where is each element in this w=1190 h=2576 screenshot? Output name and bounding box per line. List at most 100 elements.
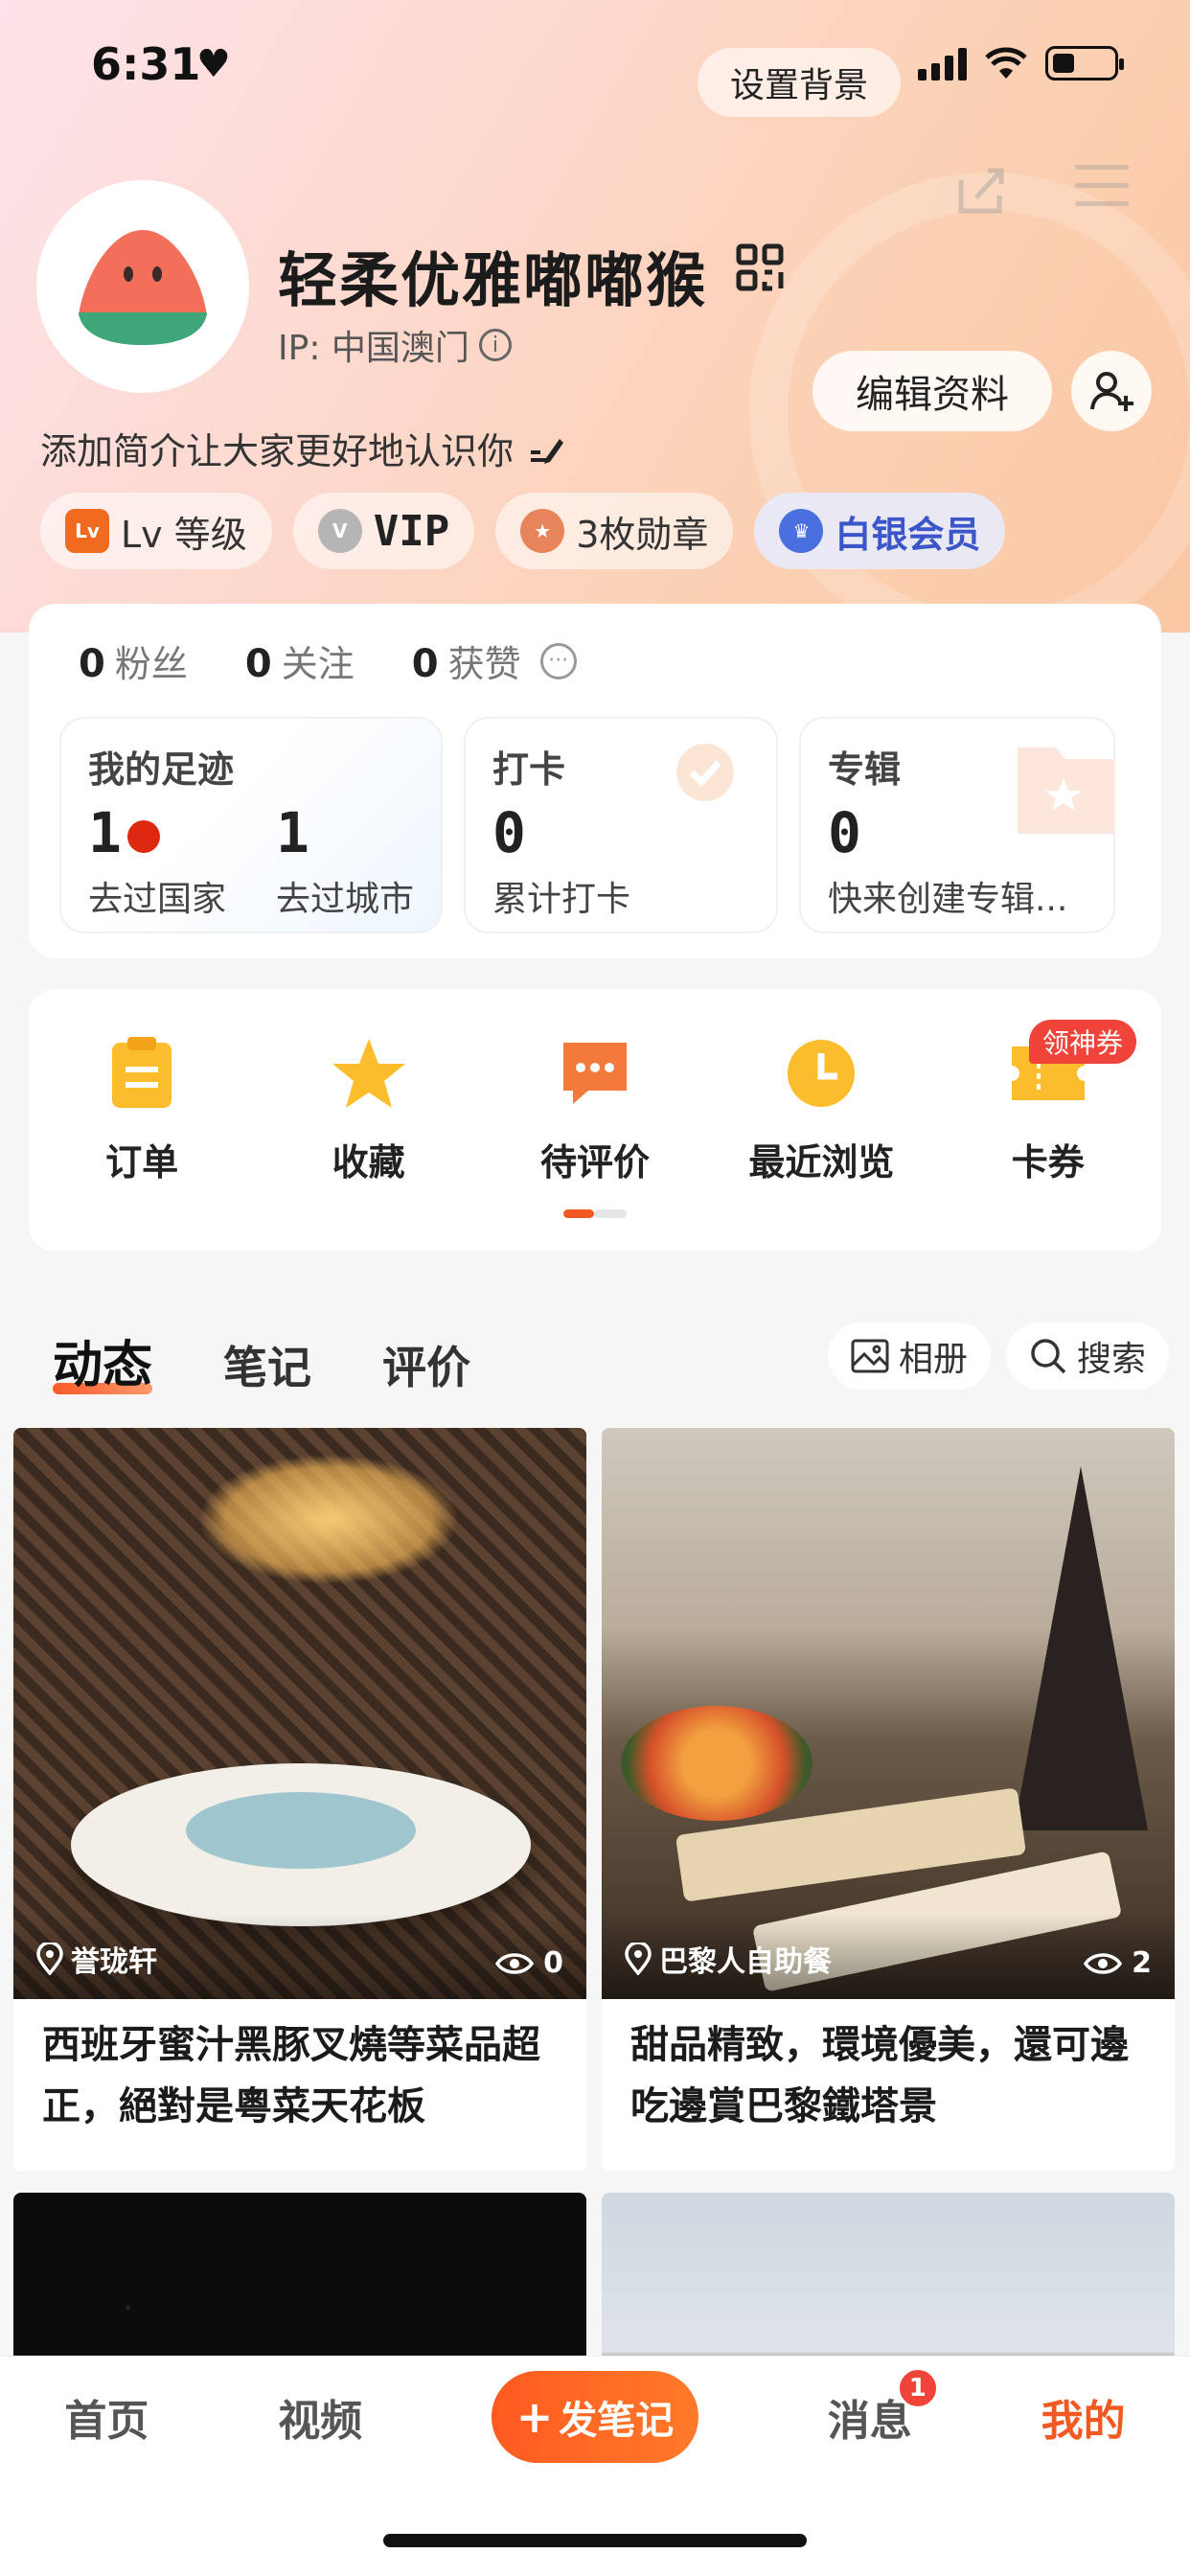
feed-image-buffet: 巴黎人自助餐 2 [602, 1428, 1175, 1999]
coupon-promo-tag[interactable]: 领神券 [1029, 1020, 1137, 1064]
feed-location: 巴黎人自助餐 [625, 1938, 832, 1980]
add-friend-button[interactable] [1071, 351, 1152, 431]
album-button[interactable]: 相册 [828, 1322, 992, 1390]
avatar[interactable] [36, 180, 249, 393]
shortcut-label: 卡券 [1011, 1141, 1085, 1184]
ip-text: IP: 中国澳门 [278, 329, 469, 368]
nickname: 轻柔优雅嘟嘟猴 [278, 245, 708, 315]
nav-messages[interactable]: 消息 1 [827, 2367, 939, 2448]
bio-text: 添加简介让大家更好地认识你 [40, 430, 515, 472]
vip-label: VIP [373, 506, 450, 556]
vip-icon: V [317, 509, 362, 553]
medal-badge[interactable]: ★ 3枚勋章 [495, 493, 734, 569]
image-icon [851, 1339, 889, 1373]
countries-label: 去过国家 [88, 880, 227, 919]
feed-caption: 西班牙蜜汁黑豚叉燒等菜品超正，絕對是粵菜天花板 [42, 2023, 540, 2128]
share-icon[interactable] [953, 161, 1011, 222]
tab-notes[interactable]: 笔记 [223, 1333, 311, 1396]
heart-icon: ♥ [196, 42, 231, 86]
shortcut-orders[interactable]: 订单 [51, 1035, 233, 1185]
home-indicator [383, 2534, 807, 2547]
feed-caption: 甜品精致，環境優美，還可邊吃邊賞巴黎鐵塔景 [630, 2023, 1129, 2128]
shortcut-row: 订单 收藏 待评价 最近浏览 卡券 [29, 1035, 1161, 1185]
set-background-button[interactable]: 设置背景 [698, 48, 901, 117]
checkin-card[interactable]: 打卡 0 累计打卡 [464, 717, 778, 933]
medal-label: 3枚勋章 [576, 513, 709, 556]
edit-profile-button[interactable]: 编辑资料 [812, 351, 1052, 431]
eye-icon [1084, 1952, 1123, 1974]
status-icons [918, 46, 1124, 80]
level-icon: Lv [65, 509, 109, 553]
shortcut-recent[interactable]: 最近浏览 [730, 1035, 912, 1185]
more-dots-icon[interactable]: ··· [539, 642, 577, 679]
post-note-button[interactable]: + 发笔记 [491, 2371, 698, 2463]
shortcut-label: 收藏 [332, 1141, 405, 1184]
countries-count: 1 [88, 800, 276, 865]
tab-reviews[interactable]: 评价 [382, 1333, 470, 1396]
vip-badge[interactable]: V VIP [292, 493, 475, 569]
message-count-badge: 1 [896, 2367, 939, 2409]
medal-icon: ★ [520, 509, 565, 553]
cities-label: 去过城市 [275, 880, 414, 919]
feed-card[interactable]: 巴黎人自助餐 2 甜品精致，環境優美，還可邊吃邊賞巴黎鐵塔景 [602, 1428, 1175, 2172]
shortcut-label: 待评价 [539, 1141, 650, 1184]
clock-icon [783, 1035, 859, 1112]
cities-count: 1 [275, 800, 309, 865]
fans-count[interactable]: 0 粉丝 [79, 634, 188, 687]
nav-mine[interactable]: 我的 [1041, 2386, 1126, 2448]
watermelon-avatar-icon [79, 230, 207, 345]
location-pin-icon [625, 1943, 652, 1975]
shortcut-favorites[interactable]: 收藏 [278, 1035, 460, 1185]
album-label: 快来创建专辑... [828, 880, 1068, 919]
bottom-nav: 首页 视频 + 发笔记 消息 1 我的 [0, 2367, 1190, 2463]
shortcut-pager [563, 1209, 627, 1218]
nav-video[interactable]: 视频 [278, 2386, 362, 2448]
shortcut-pending-review[interactable]: 待评价 [504, 1035, 686, 1185]
silver-member-label: 白银会员 [835, 513, 981, 556]
feed-views: 0 [495, 1946, 563, 1980]
status-time: 6:31 [91, 38, 201, 90]
feed-image-restaurant: 誉珑轩 0 [13, 1428, 586, 1999]
qr-code-icon[interactable] [736, 243, 784, 295]
menu-icon[interactable] [1075, 165, 1129, 219]
search-button[interactable]: 搜索 [1006, 1322, 1170, 1390]
star-icon [331, 1035, 407, 1112]
edit-pen-icon [531, 438, 564, 464]
post-note-label: 发笔记 [559, 2399, 675, 2443]
comment-icon [557, 1035, 633, 1112]
checkin-label: 累计打卡 [492, 880, 631, 919]
bio[interactable]: 添加简介让大家更好地认识你 [40, 422, 565, 474]
ip-location: IP: 中国澳门 i [278, 320, 512, 370]
checkin-badge-icon [676, 744, 734, 801]
footprint-title: 我的足迹 [88, 748, 235, 791]
china-flag-icon [126, 819, 160, 853]
clipboard-icon [103, 1035, 180, 1112]
nav-home[interactable]: 首页 [64, 2386, 149, 2448]
follow-counts: 0 粉丝 0 关注 0 获赞 ··· [79, 634, 577, 687]
album-card[interactable]: 专辑 0 快来创建专辑... [799, 717, 1115, 933]
feed-card[interactable]: 誉珑轩 0 西班牙蜜汁黑豚叉燒等菜品超正，絕對是粵菜天花板 [13, 1428, 586, 2172]
tab-dynamic[interactable]: 动态 [53, 1324, 153, 1396]
shortcut-label: 最近浏览 [748, 1141, 895, 1184]
shortcut-label: 订单 [105, 1141, 179, 1184]
search-button-label: 搜索 [1077, 1340, 1147, 1379]
silver-member-badge[interactable]: ♛ 白银会员 [754, 493, 1006, 569]
info-icon[interactable]: i [478, 329, 512, 361]
likes-count[interactable]: 0 获赞 [412, 634, 521, 687]
silver-member-icon: ♛ [779, 509, 824, 553]
battery-icon [1045, 46, 1124, 80]
folder-star-icon [1018, 748, 1113, 834]
cellular-signal-icon [918, 46, 967, 80]
plus-icon: + [515, 2391, 554, 2443]
eye-icon [495, 1952, 535, 1974]
wifi-icon [985, 47, 1027, 79]
nav-messages-label: 消息 [827, 2397, 912, 2446]
follow-count[interactable]: 0 关注 [245, 634, 355, 687]
search-icon [1031, 1339, 1066, 1374]
album-button-label: 相册 [899, 1340, 969, 1379]
badge-row: Lv Lv 等级 V VIP ★ 3枚勋章 ♛ 白银会员 [40, 493, 1006, 569]
footprint-card[interactable]: 我的足迹 1 去过国家 1 去过城市 [59, 717, 443, 933]
location-pin-icon [36, 1943, 63, 1975]
content-tabs: 动态 笔记 评价 [53, 1324, 470, 1396]
level-badge[interactable]: Lv Lv 等级 [40, 493, 272, 569]
